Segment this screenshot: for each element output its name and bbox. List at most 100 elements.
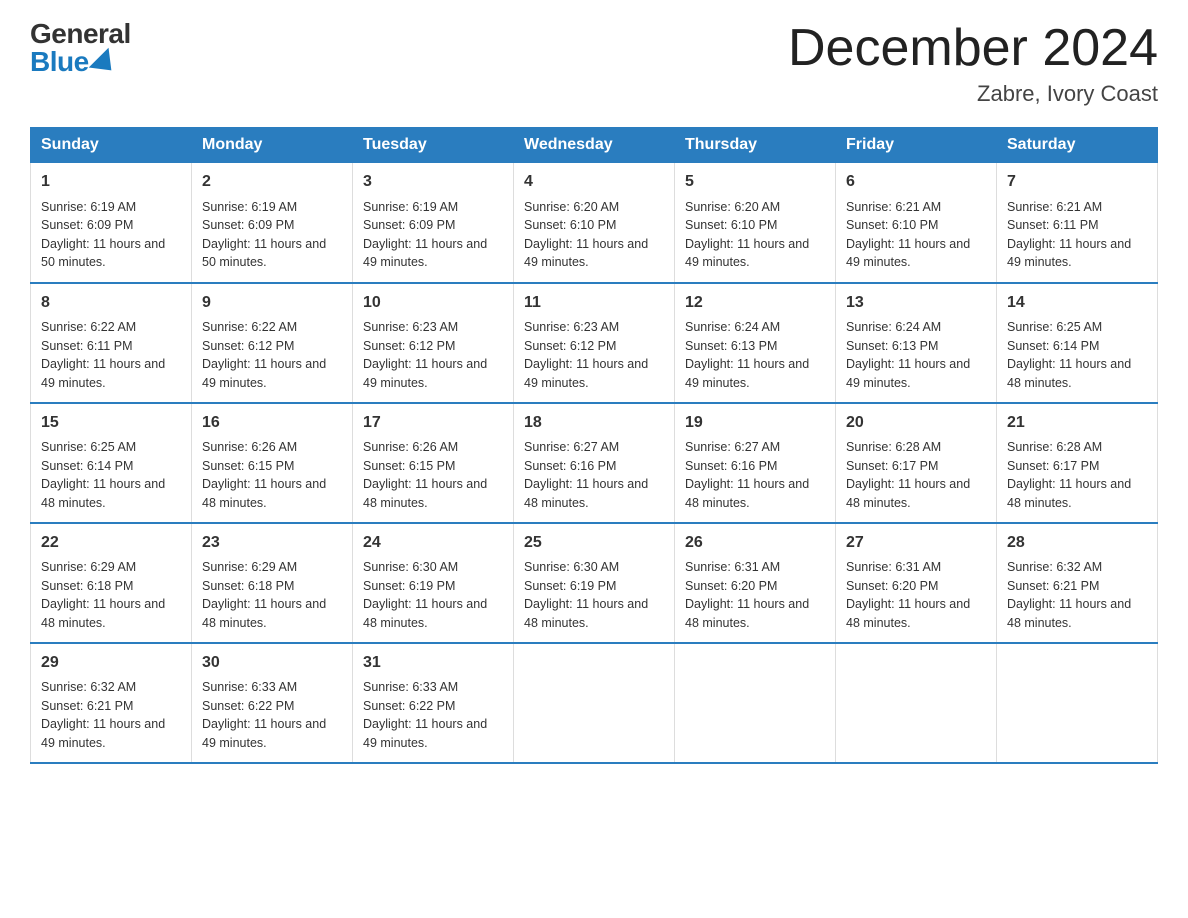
sunset-info: Sunset: 6:09 PM (363, 218, 455, 232)
sunrise-info: Sunrise: 6:19 AM (202, 200, 297, 214)
daylight-info: Daylight: 11 hours and 48 minutes. (363, 477, 487, 510)
day-number: 16 (202, 412, 342, 434)
page-header: General Blue December 2024 Zabre, Ivory … (30, 20, 1158, 107)
sunrise-info: Sunrise: 6:22 AM (41, 320, 136, 334)
calendar-cell: 9Sunrise: 6:22 AMSunset: 6:12 PMDaylight… (192, 283, 353, 403)
calendar-cell: 29 Sunrise: 6:32 AM Sunset: 6:21 PM Dayligh… (31, 643, 192, 763)
daylight-info: Daylight: 11 hours and 49 minutes. (524, 237, 648, 270)
week-row-3: 15Sunrise: 6:25 AMSunset: 6:14 PMDayligh… (31, 403, 1158, 523)
weekday-header-friday: Friday (836, 128, 997, 163)
title-section: December 2024 Zabre, Ivory Coast (788, 20, 1158, 107)
sunset-info: Sunset: 6:12 PM (363, 339, 455, 353)
calendar-table: SundayMondayTuesdayWednesdayThursdayFrid… (30, 127, 1158, 764)
logo: General Blue (30, 20, 131, 76)
calendar-cell: 8Sunrise: 6:22 AMSunset: 6:11 PMDaylight… (31, 283, 192, 403)
sunrise-info: Sunrise: 6:20 AM (685, 200, 780, 214)
day-number: 4 (524, 171, 664, 193)
day-number: 3 (363, 171, 503, 193)
sunrise-info: Sunrise: 6:32 AM (41, 680, 136, 694)
sunset-info: Sunset: 6:20 PM (846, 579, 938, 593)
sunset-info: Sunset: 6:10 PM (846, 218, 938, 232)
calendar-cell: 30Sunrise: 6:33 AMSunset: 6:22 PMDayligh… (192, 643, 353, 763)
daylight-info: Daylight: 11 hours and 49 minutes. (202, 717, 326, 750)
sunset-info: Sunset: 6:18 PM (41, 579, 133, 593)
daylight-info: Daylight: 11 hours and 48 minutes. (685, 477, 809, 510)
sunrise-info: Sunrise: 6:20 AM (524, 200, 619, 214)
calendar-cell: 25 Sunrise: 6:30 AM Sunset: 6:19 PM Dayligh… (514, 523, 675, 643)
sunrise-info: Sunrise: 6:28 AM (1007, 440, 1102, 454)
day-number: 13 (846, 292, 986, 314)
daylight-info: Daylight: 11 hours and 48 minutes. (202, 477, 326, 510)
calendar-cell: 22Sunrise: 6:29 AMSunset: 6:18 PMDayligh… (31, 523, 192, 643)
sunset-info: Sunset: 6:13 PM (685, 339, 777, 353)
calendar-cell: 31Sunrise: 6:33 AMSunset: 6:22 PMDayligh… (353, 643, 514, 763)
sunrise-info: Sunrise: 6:31 AM (846, 560, 941, 574)
sunrise-info: Sunrise: 6:30 AM (524, 560, 619, 574)
week-row-5: 29 Sunrise: 6:32 AM Sunset: 6:21 PM Dayligh… (31, 643, 1158, 763)
sunset-info: Sunset: 6:20 PM (685, 579, 777, 593)
daylight-info: Daylight: 11 hours and 48 minutes. (524, 597, 648, 630)
sunset-info: Sunset: 6:21 PM (41, 699, 133, 713)
sunrise-info: Sunrise: 6:25 AM (1007, 320, 1102, 334)
day-number: 2 (202, 171, 342, 193)
daylight-info: Daylight: 11 hours and 49 minutes. (363, 237, 487, 270)
weekday-header-saturday: Saturday (997, 128, 1158, 163)
calendar-cell: 16Sunrise: 6:26 AMSunset: 6:15 PMDayligh… (192, 403, 353, 523)
day-number: 17 (363, 412, 503, 434)
logo-triangle-icon (88, 48, 121, 81)
daylight-info: Daylight: 11 hours and 49 minutes. (1007, 237, 1131, 270)
daylight-info: Daylight: 11 hours and 50 minutes. (41, 237, 165, 270)
sunrise-info: Sunrise: 6:19 AM (41, 200, 136, 214)
daylight-info: Daylight: 11 hours and 49 minutes. (41, 717, 165, 750)
sunrise-info: Sunrise: 6:29 AM (41, 560, 136, 574)
calendar-cell: 1Sunrise: 6:19 AMSunset: 6:09 PMDaylight… (31, 163, 192, 283)
day-number: 29 (41, 652, 181, 674)
sunset-info: Sunset: 6:19 PM (524, 579, 616, 593)
calendar-cell: 4 Sunrise: 6:20 AM Sunset: 6:10 PM Daylight… (514, 163, 675, 283)
logo-blue-text: Blue (30, 48, 131, 76)
daylight-info: Daylight: 11 hours and 48 minutes. (524, 477, 648, 510)
sunset-info: Sunset: 6:17 PM (1007, 459, 1099, 473)
daylight-info: Daylight: 11 hours and 49 minutes. (363, 717, 487, 750)
sunrise-info: Sunrise: 6:27 AM (685, 440, 780, 454)
sunset-info: Sunset: 6:21 PM (1007, 579, 1099, 593)
day-number: 18 (524, 412, 664, 434)
day-number: 8 (41, 292, 181, 314)
daylight-info: Daylight: 11 hours and 48 minutes. (1007, 477, 1131, 510)
week-row-1: 1Sunrise: 6:19 AMSunset: 6:09 PMDaylight… (31, 163, 1158, 283)
weekday-header-sunday: Sunday (31, 128, 192, 163)
sunset-info: Sunset: 6:16 PM (685, 459, 777, 473)
day-number: 25 (524, 532, 664, 554)
day-number: 22 (41, 532, 181, 554)
daylight-info: Daylight: 11 hours and 48 minutes. (1007, 597, 1131, 630)
sunrise-info: Sunrise: 6:31 AM (685, 560, 780, 574)
daylight-info: Daylight: 11 hours and 49 minutes. (41, 357, 165, 390)
sunrise-info: Sunrise: 6:33 AM (202, 680, 297, 694)
day-number: 26 (685, 532, 825, 554)
sunset-info: Sunset: 6:18 PM (202, 579, 294, 593)
calendar-cell: 18Sunrise: 6:27 AMSunset: 6:16 PMDayligh… (514, 403, 675, 523)
day-number: 14 (1007, 292, 1147, 314)
weekday-header-thursday: Thursday (675, 128, 836, 163)
day-number: 20 (846, 412, 986, 434)
sunset-info: Sunset: 6:22 PM (202, 699, 294, 713)
daylight-info: Daylight: 11 hours and 48 minutes. (846, 477, 970, 510)
daylight-info: Daylight: 11 hours and 49 minutes. (524, 357, 648, 390)
sunset-info: Sunset: 6:15 PM (363, 459, 455, 473)
calendar-cell (514, 643, 675, 763)
daylight-info: Daylight: 11 hours and 49 minutes. (202, 357, 326, 390)
day-number: 19 (685, 412, 825, 434)
sunset-info: Sunset: 6:10 PM (524, 218, 616, 232)
daylight-info: Daylight: 11 hours and 48 minutes. (202, 597, 326, 630)
calendar-cell (997, 643, 1158, 763)
sunrise-info: Sunrise: 6:25 AM (41, 440, 136, 454)
daylight-info: Daylight: 11 hours and 49 minutes. (685, 237, 809, 270)
sunrise-info: Sunrise: 6:23 AM (363, 320, 458, 334)
sunset-info: Sunset: 6:13 PM (846, 339, 938, 353)
calendar-cell: 27Sunrise: 6:31 AMSunset: 6:20 PMDayligh… (836, 523, 997, 643)
daylight-info: Daylight: 11 hours and 50 minutes. (202, 237, 326, 270)
weekday-header-monday: Monday (192, 128, 353, 163)
weekday-header-tuesday: Tuesday (353, 128, 514, 163)
logo-general-text: General (30, 20, 131, 48)
day-number: 15 (41, 412, 181, 434)
